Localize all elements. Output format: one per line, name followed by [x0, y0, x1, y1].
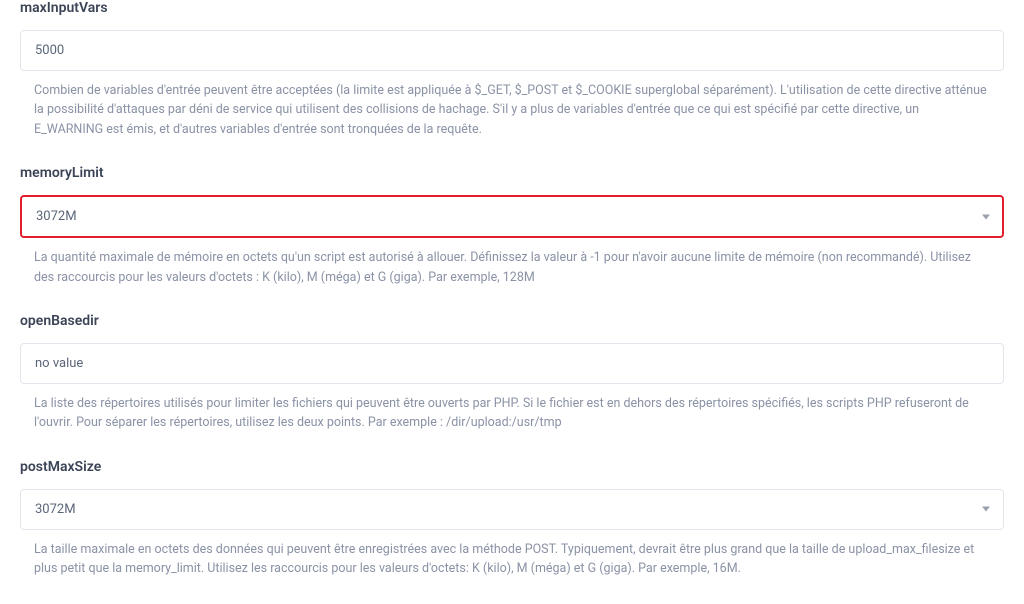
label-open-basedir: openBasedir	[20, 313, 1004, 329]
select-memory-limit[interactable]: 3072M	[20, 195, 1004, 238]
input-max-input-vars[interactable]	[20, 30, 1004, 71]
description-max-input-vars: Combien de variables d'entrée peuvent êt…	[20, 81, 1004, 139]
field-post-max-size: postMaxSize 3072M La taille maximale en …	[20, 459, 1004, 579]
field-memory-limit: memoryLimit 3072M La quantité maximale d…	[20, 165, 1004, 287]
label-post-max-size: postMaxSize	[20, 459, 1004, 475]
select-wrapper-memory-limit: 3072M	[20, 195, 1004, 238]
label-max-input-vars: maxInputVars	[20, 0, 1004, 16]
description-memory-limit: La quantité maximale de mémoire en octet…	[20, 248, 1004, 287]
input-open-basedir[interactable]	[20, 343, 1004, 384]
description-post-max-size: La taille maximale en octets des données…	[20, 540, 1004, 579]
label-memory-limit: memoryLimit	[20, 165, 1004, 181]
select-wrapper-post-max-size: 3072M	[20, 489, 1004, 530]
description-open-basedir: La liste des répertoires utilisés pour l…	[20, 394, 1004, 433]
field-open-basedir: openBasedir La liste des répertoires uti…	[20, 313, 1004, 433]
field-max-input-vars: maxInputVars Combien de variables d'entr…	[20, 0, 1004, 139]
select-post-max-size[interactable]: 3072M	[20, 489, 1004, 530]
